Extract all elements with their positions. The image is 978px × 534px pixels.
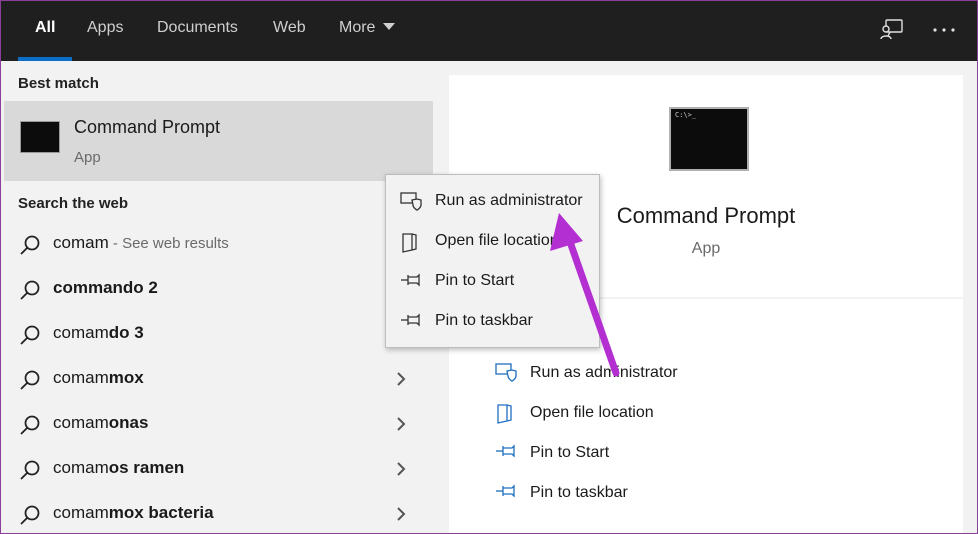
pin-icon bbox=[495, 443, 517, 464]
pin-icon bbox=[400, 272, 422, 293]
web-result-query: comam bbox=[53, 503, 109, 522]
web-result-item[interactable]: comammox bacteria bbox=[1, 492, 433, 533]
caret-down-icon bbox=[383, 23, 396, 30]
web-result-completion: mox bacteria bbox=[108, 503, 214, 522]
web-result-query: comam bbox=[53, 323, 109, 342]
search-icon bbox=[19, 234, 41, 261]
shield-icon bbox=[400, 192, 422, 217]
file-location-icon bbox=[495, 403, 515, 430]
context-menu: Run as administrator Open file location … bbox=[385, 174, 600, 348]
tab-all[interactable]: All bbox=[17, 1, 74, 61]
chevron-right-icon[interactable] bbox=[395, 506, 407, 527]
web-result-completion: mox bbox=[108, 368, 144, 387]
web-result-completion: onas bbox=[108, 413, 149, 432]
menu-item-pin-to-taskbar[interactable]: Pin to taskbar bbox=[386, 301, 599, 341]
more-options-icon[interactable] bbox=[929, 15, 959, 45]
tab-web-label: Web bbox=[273, 19, 306, 36]
search-icon bbox=[19, 369, 41, 396]
best-match-heading: Best match bbox=[18, 75, 99, 92]
pin-icon bbox=[495, 483, 517, 504]
web-result-query: comam bbox=[53, 233, 109, 252]
web-result-text: comammox bbox=[53, 368, 144, 388]
web-result-completion: commando 2 bbox=[53, 278, 158, 297]
web-result-completion: os ramen bbox=[108, 458, 185, 477]
best-match-item[interactable]: Command Prompt App bbox=[4, 101, 433, 181]
chevron-right-icon[interactable] bbox=[395, 461, 407, 482]
tab-all-label: All bbox=[35, 19, 56, 36]
web-result-item[interactable]: comamdo 3 bbox=[1, 312, 433, 357]
file-location-icon bbox=[400, 232, 420, 259]
best-match-title: Command Prompt bbox=[74, 117, 221, 137]
menu-item-open-file-location[interactable]: Open file location bbox=[386, 221, 599, 261]
search-icon bbox=[19, 414, 41, 441]
web-result-query: comam bbox=[53, 458, 109, 477]
command-prompt-icon bbox=[20, 121, 60, 153]
chevron-right-icon[interactable] bbox=[395, 371, 407, 392]
search-web-heading: Search the web bbox=[18, 195, 129, 212]
start-search-window: All Apps Documents Web More Best match C… bbox=[0, 0, 978, 534]
search-icon bbox=[19, 324, 41, 351]
action-label: Pin to taskbar bbox=[530, 484, 628, 501]
feedback-icon[interactable] bbox=[877, 15, 907, 45]
web-result-item[interactable]: commando 2 bbox=[1, 267, 433, 312]
command-prompt-large-icon: C:\>_ bbox=[669, 107, 749, 171]
web-result-item[interactable]: comamonas bbox=[1, 402, 433, 447]
tab-more[interactable]: More bbox=[339, 1, 396, 61]
web-result-text: comamos ramen bbox=[53, 458, 184, 478]
action-label: Pin to Start bbox=[530, 444, 610, 461]
tab-apps-label: Apps bbox=[87, 19, 124, 36]
web-result-text: commando 2 bbox=[53, 278, 158, 298]
shield-icon bbox=[495, 363, 517, 388]
web-result-item[interactable]: comamos ramen bbox=[1, 447, 433, 492]
web-result-text: comammox bacteria bbox=[53, 503, 214, 523]
results-pane: Best match Command Prompt App Search the… bbox=[1, 61, 433, 533]
tab-more-label: More bbox=[339, 19, 376, 36]
chevron-right-icon[interactable] bbox=[395, 416, 407, 437]
tab-documents-label: Documents bbox=[157, 19, 238, 36]
best-match-subtitle: App bbox=[74, 149, 101, 166]
tab-documents[interactable]: Documents bbox=[157, 1, 238, 61]
web-result-item[interactable]: comam - See web results bbox=[1, 222, 433, 267]
search-filter-bar: All Apps Documents Web More bbox=[1, 1, 977, 61]
search-icon bbox=[19, 504, 41, 531]
menu-item-run-as-admin[interactable]: Run as administrator bbox=[386, 181, 599, 221]
web-result-text: comam - See web results bbox=[53, 233, 229, 253]
web-result-completion: do 3 bbox=[108, 323, 144, 342]
web-result-hint: - See web results bbox=[108, 235, 229, 252]
web-result-text: comamdo 3 bbox=[53, 323, 144, 343]
web-result-item[interactable]: comammox bbox=[1, 357, 433, 402]
menu-item-label: Open file location bbox=[435, 232, 559, 249]
menu-item-pin-to-start[interactable]: Pin to Start bbox=[386, 261, 599, 301]
menu-item-label: Pin to taskbar bbox=[435, 312, 533, 329]
pin-icon bbox=[400, 312, 422, 333]
tab-apps[interactable]: Apps bbox=[87, 1, 123, 61]
search-icon bbox=[19, 279, 41, 306]
action-label: Run as administrator bbox=[530, 364, 678, 381]
menu-item-label: Pin to Start bbox=[435, 272, 515, 289]
web-result-text: comamonas bbox=[53, 413, 148, 433]
action-label: Open file location bbox=[530, 404, 654, 421]
web-result-query: comam bbox=[53, 368, 109, 387]
search-icon bbox=[19, 459, 41, 486]
web-result-query: comam bbox=[53, 413, 109, 432]
menu-item-label: Run as administrator bbox=[435, 192, 583, 209]
tab-web[interactable]: Web bbox=[273, 1, 306, 61]
